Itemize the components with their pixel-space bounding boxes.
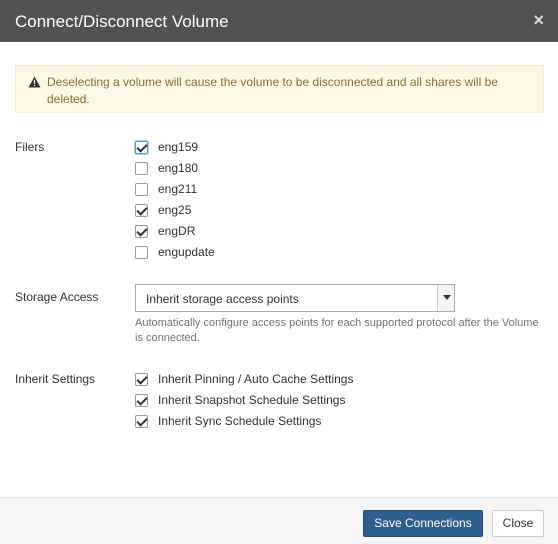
inherit-snapshot-checkbox[interactable]: [135, 393, 148, 407]
filer-label-eng159: eng159: [158, 140, 199, 154]
storage-access-help-text: Automatically configure access points fo…: [135, 317, 539, 344]
inherit-pinning-label: Inherit Pinning / Auto Cache Settings: [158, 372, 354, 386]
inherit-snapshot-label: Inherit Snapshot Schedule Settings: [158, 393, 346, 407]
filer-row-engupdate[interactable]: engupdate: [135, 244, 215, 260]
storage-access-label: Storage Access: [15, 290, 99, 304]
close-icon[interactable]: ×: [533, 11, 544, 29]
chevron-down-icon[interactable]: [437, 285, 454, 311]
filer-row-engdr[interactable]: engDR: [135, 223, 195, 239]
inherit-row-sync[interactable]: Inherit Sync Schedule Settings: [135, 413, 321, 429]
filer-label-eng180: eng180: [158, 161, 199, 175]
filer-row-eng211[interactable]: eng211: [135, 181, 197, 197]
filer-checkbox-eng25[interactable]: [135, 203, 148, 217]
inherit-sync-label: Inherit Sync Schedule Settings: [158, 414, 322, 428]
inherit-sync-checkbox[interactable]: [135, 414, 148, 428]
filer-checkbox-eng180[interactable]: [135, 161, 148, 175]
dialog-header: Connect/Disconnect Volume ×: [0, 0, 558, 42]
filer-checkbox-engupdate[interactable]: [135, 245, 148, 259]
filers-label: Filers: [15, 140, 45, 154]
warning-alert: Deselecting a volume will cause the volu…: [15, 65, 544, 113]
filer-checkbox-eng159[interactable]: [135, 140, 148, 154]
inherit-settings-label: Inherit Settings: [15, 372, 96, 386]
inherit-row-pinning[interactable]: Inherit Pinning / Auto Cache Settings: [135, 371, 353, 387]
inherit-row-snapshot[interactable]: Inherit Snapshot Schedule Settings: [135, 392, 345, 408]
inherit-pinning-checkbox[interactable]: [135, 372, 148, 386]
filer-checkbox-engdr[interactable]: [135, 224, 148, 238]
alert-message: Deselecting a volume will cause the volu…: [47, 75, 498, 106]
filer-checkbox-eng211[interactable]: [135, 182, 148, 196]
filer-label-eng211: eng211: [158, 182, 198, 196]
warning-triangle-icon: [28, 76, 41, 88]
filer-row-eng180[interactable]: eng180: [135, 160, 198, 176]
filer-row-eng159[interactable]: eng159: [135, 139, 198, 155]
save-connections-button[interactable]: Save Connections: [363, 510, 483, 537]
storage-access-select[interactable]: Inherit storage access points: [135, 284, 455, 312]
filer-label-engupdate: engupdate: [158, 245, 215, 259]
dialog-footer: Save Connections Close: [0, 497, 558, 544]
dialog-title: Connect/Disconnect Volume: [15, 12, 229, 31]
storage-access-selected-value: Inherit storage access points: [146, 292, 299, 306]
filer-row-eng25[interactable]: eng25: [135, 202, 191, 218]
close-button[interactable]: Close: [492, 510, 544, 537]
filer-label-engdr: engDR: [158, 224, 196, 238]
filer-label-eng25: eng25: [158, 203, 192, 217]
